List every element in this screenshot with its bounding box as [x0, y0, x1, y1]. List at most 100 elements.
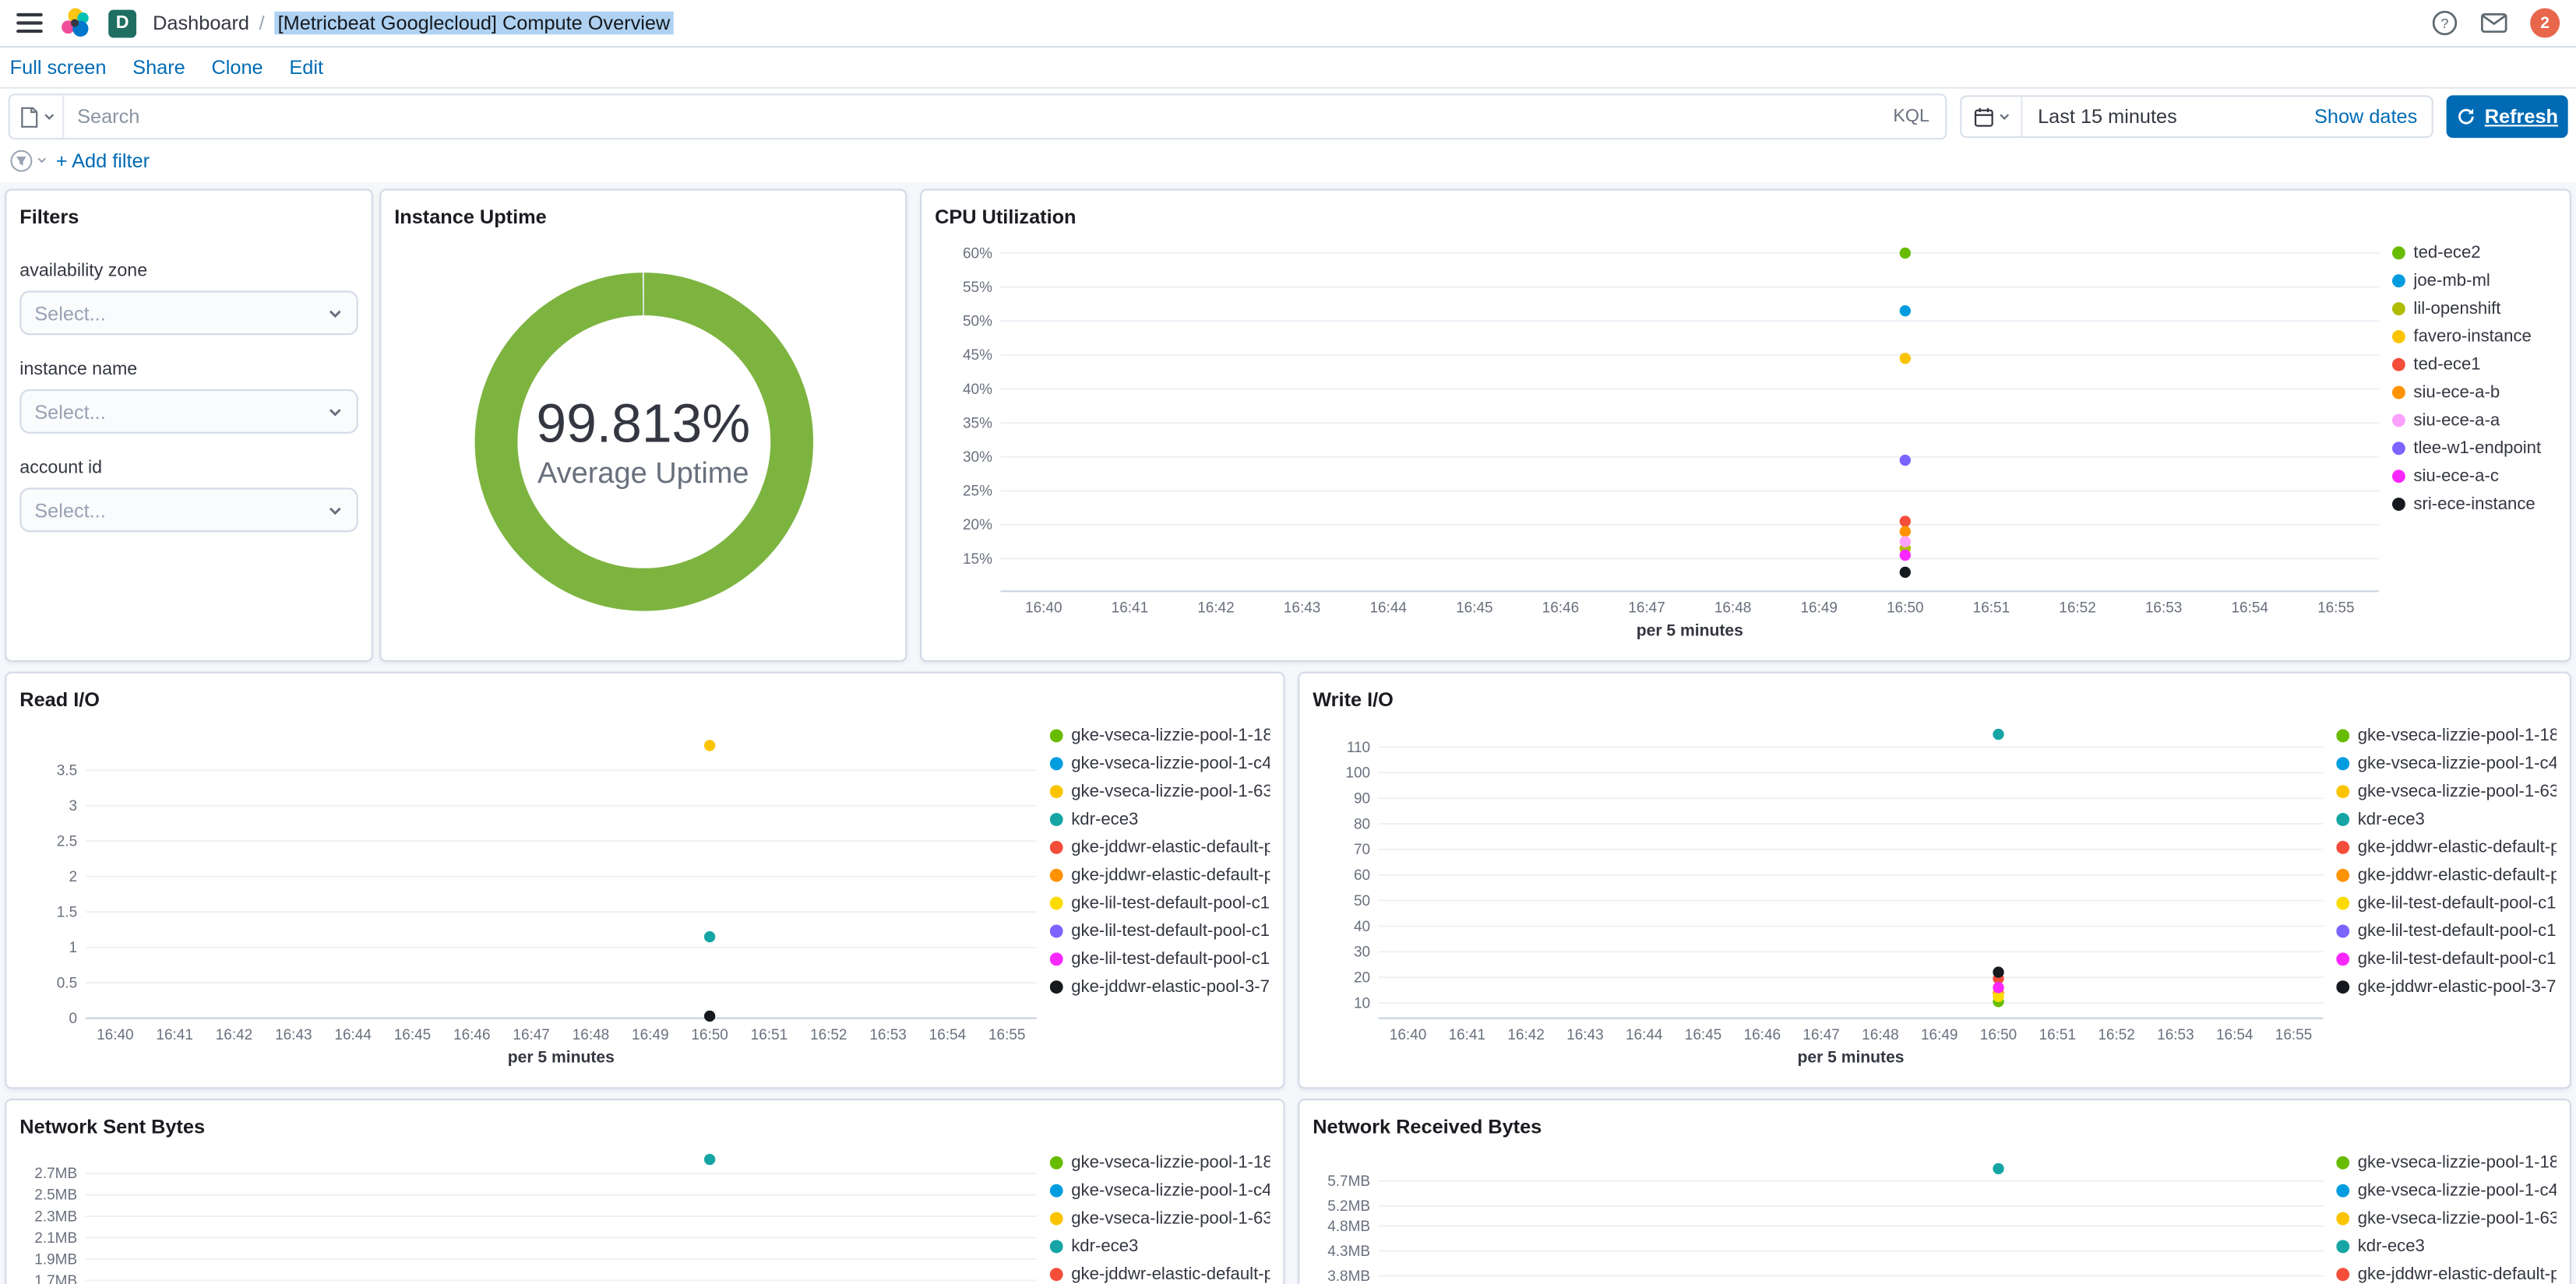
edit-button[interactable]: Edit	[289, 56, 323, 79]
legend-item[interactable]: siu-ece-a-a	[2391, 410, 2557, 431]
legend-item[interactable]: gke-lil-test-default-pool-c1e...	[1049, 921, 1270, 941]
availability-zone-select[interactable]: Select...	[19, 290, 358, 336]
legend-item[interactable]: favero-instance	[2391, 327, 2557, 347]
legend-item[interactable]: joe-mb-ml	[2391, 271, 2557, 290]
user-avatar[interactable]: 2	[2530, 8, 2560, 38]
legend-item[interactable]: kdr-ece3	[2336, 1237, 2557, 1257]
y-axis-tick-label: 2	[69, 869, 78, 885]
legend-item[interactable]: gke-vseca-lizzie-pool-1-630...	[2336, 782, 2557, 801]
legend-item[interactable]: gke-vseca-lizzie-pool-1-1877...	[1049, 726, 1270, 746]
x-axis-tick-label: 16:45	[394, 1027, 431, 1043]
x-axis-tick-label: 16:41	[1449, 1027, 1485, 1043]
legend-dot	[2391, 385, 2405, 399]
legend-item[interactable]: gke-jddwr-elastic-default-po...	[1049, 866, 1270, 885]
legend-item[interactable]: gke-jddwr-elastic-default-po...	[1049, 1265, 1270, 1284]
legend-item[interactable]: gke-vseca-lizzie-pool-1-630...	[2336, 1208, 2557, 1229]
show-dates-button[interactable]: Show dates	[2314, 105, 2432, 128]
data-point[interactable]	[1899, 515, 1911, 527]
x-axis-tick-label: 16:44	[1369, 600, 1406, 617]
search-input[interactable]	[64, 104, 1877, 128]
legend-item[interactable]: gke-vseca-lizzie-pool-1-630...	[1049, 782, 1270, 801]
dashboard-grid: Filters availability zone Select... inst…	[0, 182, 2576, 1284]
data-point[interactable]	[1993, 1163, 2004, 1175]
legend-item[interactable]: gke-vseca-lizzie-pool-1-630...	[1049, 1208, 1270, 1229]
add-filter-button[interactable]: + Add filter	[56, 149, 150, 172]
data-point[interactable]	[1899, 305, 1911, 317]
legend-item[interactable]: sri-ece-instance	[2391, 494, 2557, 514]
legend-item[interactable]: tlee-w1-endpoint	[2391, 438, 2557, 458]
legend-item[interactable]: gke-vseca-lizzie-pool-1-1877...	[2336, 1153, 2557, 1173]
data-point[interactable]	[1899, 247, 1911, 259]
legend-item[interactable]: gke-lil-test-default-pool-c1e...	[2336, 949, 2557, 969]
legend-item[interactable]: gke-jddwr-elastic-pool-3-74...	[2336, 977, 2557, 997]
data-point[interactable]	[703, 740, 716, 751]
data-point[interactable]	[703, 1010, 716, 1022]
legend-item[interactable]: kdr-ece3	[1049, 810, 1270, 829]
network-received-legend: gke-vseca-lizzie-pool-1-1877... gke-vseca…	[2336, 1146, 2557, 1284]
data-point[interactable]	[1899, 353, 1911, 364]
x-axis-tick-label: 16:40	[97, 1027, 133, 1043]
legend-item[interactable]: lil-openshift	[2391, 299, 2557, 318]
data-point[interactable]	[703, 1153, 716, 1166]
data-point[interactable]	[703, 930, 716, 943]
y-axis-tick-label: 3.8MB	[1327, 1268, 1370, 1284]
breadcrumb-dashboard[interactable]: Dashboard	[153, 12, 249, 35]
data-point[interactable]	[1993, 982, 2004, 994]
legend-item[interactable]: gke-vseca-lizzie-pool-1-c417...	[1049, 754, 1270, 773]
legend-label: gke-jddwr-elastic-pool-3-74...	[2357, 976, 2557, 997]
legend-dot	[2336, 840, 2350, 854]
legend-item[interactable]: kdr-ece3	[1049, 1237, 1270, 1257]
legend-item[interactable]: gke-lil-test-default-pool-c1e...	[1049, 893, 1270, 913]
filter-options-button[interactable]	[10, 149, 48, 172]
legend-item[interactable]: gke-lil-test-default-pool-c1e...	[1049, 949, 1270, 969]
data-point[interactable]	[1899, 549, 1911, 561]
data-point[interactable]	[1899, 536, 1911, 547]
refresh-button[interactable]: Refresh	[2447, 95, 2568, 139]
legend-item[interactable]: gke-vseca-lizzie-pool-1-1877...	[1049, 1153, 1270, 1173]
legend-item[interactable]: kdr-ece3	[2336, 810, 2557, 829]
legend-item[interactable]: ted-ece2	[2391, 243, 2557, 262]
legend-item[interactable]: siu-ece-a-b	[2391, 382, 2557, 403]
elastic-logo-icon[interactable]	[59, 6, 92, 39]
legend-item[interactable]: siu-ece-a-c	[2391, 466, 2557, 486]
data-point[interactable]	[1899, 566, 1911, 579]
legend-item[interactable]: gke-vseca-lizzie-pool-1-c417...	[2336, 754, 2557, 773]
menu-hamburger-icon[interactable]	[16, 12, 43, 35]
legend-item[interactable]: gke-jddwr-elastic-default-po...	[2336, 1265, 2557, 1284]
data-point[interactable]	[1993, 966, 2004, 978]
breadcrumb: Dashboard / [Metricbeat Googlecloud] Com…	[153, 11, 674, 35]
y-axis-tick-label: 60	[1354, 867, 1370, 884]
legend-label: gke-vseca-lizzie-pool-1-c417...	[1071, 1180, 1270, 1201]
calendar-menu-button[interactable]	[1962, 97, 2024, 137]
chevron-down-icon	[329, 408, 341, 416]
legend-item[interactable]: gke-jddwr-elastic-default-po...	[2336, 866, 2557, 885]
legend-item[interactable]: gke-lil-test-default-pool-c1e...	[2336, 893, 2557, 913]
legend-item[interactable]: gke-vseca-lizzie-pool-1-1877...	[2336, 726, 2557, 746]
full-screen-button[interactable]: Full screen	[10, 56, 107, 79]
query-language-button[interactable]: KQL	[1876, 107, 1946, 126]
data-point[interactable]	[1899, 454, 1911, 466]
legend-item[interactable]: ted-ece1	[2391, 355, 2557, 375]
y-axis-tick-label: 4.8MB	[1327, 1219, 1370, 1235]
data-point[interactable]	[1899, 526, 1911, 537]
x-axis-tick-label: 16:48	[1862, 1027, 1898, 1043]
legend-item[interactable]: gke-vseca-lizzie-pool-1-c417...	[1049, 1180, 1270, 1201]
account-id-select[interactable]: Select...	[19, 487, 358, 533]
saved-query-menu-button[interactable]	[10, 95, 65, 139]
legend-item[interactable]: gke-vseca-lizzie-pool-1-c417...	[2336, 1181, 2557, 1201]
space-badge[interactable]: D	[108, 9, 137, 37]
data-point[interactable]	[1993, 728, 2004, 740]
legend-item[interactable]: gke-jddwr-elastic-default-po...	[1049, 838, 1270, 857]
legend-item[interactable]: gke-jddwr-elastic-pool-3-74...	[1049, 977, 1270, 997]
y-axis-tick-label: 5.2MB	[1327, 1198, 1370, 1215]
legend-item[interactable]: gke-jddwr-elastic-default-po...	[2336, 838, 2557, 857]
legend-item[interactable]: gke-lil-test-default-pool-c1e...	[2336, 921, 2557, 941]
legend-dot	[2336, 1240, 2350, 1254]
instance-name-select[interactable]: Select...	[19, 389, 358, 434]
share-button[interactable]: Share	[132, 56, 185, 79]
mail-icon[interactable]	[2480, 12, 2507, 33]
help-icon[interactable]: ?	[2432, 10, 2458, 37]
time-range-value[interactable]: Last 15 minutes	[2023, 105, 2314, 128]
clone-button[interactable]: Clone	[211, 56, 263, 79]
x-axis-tick-label: 16:53	[2145, 600, 2182, 617]
